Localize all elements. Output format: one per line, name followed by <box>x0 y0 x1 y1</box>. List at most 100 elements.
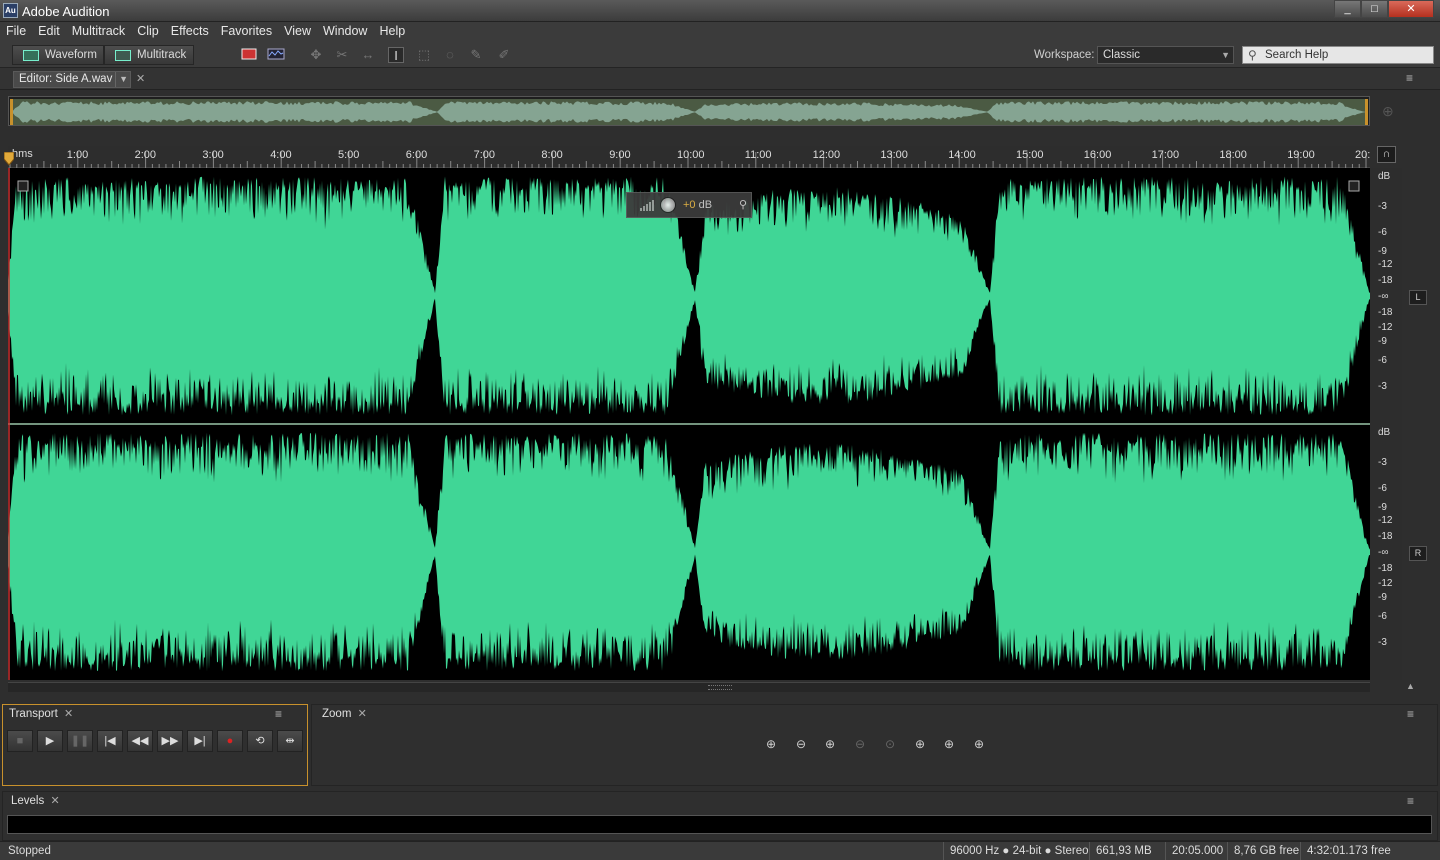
pin-icon[interactable]: ⚲ <box>739 198 747 211</box>
zoom-to-selection-icon[interactable]: ⊕ <box>968 735 990 753</box>
zoom-panel: Zoom ✕ ≡ ⊕ ⊖ ⊕ ⊖ ⊙ ⊕ ⊕ ⊕ <box>311 704 1438 786</box>
ruler-ticks: 1:00 2:00 3:00 4:00 5:00 6:00 7:00 8:00 9:00 10:0… <box>9 149 1376 168</box>
menu-view[interactable]: View <box>278 22 317 41</box>
search-help-placeholder: Search Help <box>1265 49 1329 61</box>
stop-button[interactable]: ■ <box>7 730 33 752</box>
transport-menu-icon[interactable]: ≡ <box>275 707 282 721</box>
time-selection-tool-icon[interactable]: I <box>388 47 404 63</box>
overview-waveform <box>13 101 1365 123</box>
zoom-close-icon[interactable]: ✕ <box>358 708 367 720</box>
db-tick-label: -9 <box>1378 592 1387 603</box>
search-help-field[interactable]: ⚲ Search Help <box>1242 46 1434 64</box>
horizontal-scrollbar[interactable] <box>8 682 1370 692</box>
zoom-in-time-icon[interactable]: ⊕ <box>819 735 841 753</box>
window-title: Adobe Audition <box>22 4 110 19</box>
levels-meter <box>7 815 1432 834</box>
hud-volume-control[interactable]: +0 dB ⚲ <box>626 192 752 218</box>
panel-menu-icon[interactable]: ≡ <box>1406 71 1413 85</box>
play-button[interactable]: ▶ <box>37 730 63 752</box>
workspace-value: Classic <box>1103 49 1141 61</box>
zoom-in-at-in-point-icon[interactable]: ⊕ <box>909 735 931 753</box>
levels-close-icon[interactable]: ✕ <box>50 795 59 807</box>
menu-window[interactable]: Window <box>317 22 373 41</box>
zoom-in-amplitude-icon[interactable]: ⊕ <box>760 735 782 753</box>
level-meter-icon <box>640 200 654 211</box>
db-tick-label: -6 <box>1378 483 1387 494</box>
editor-file-tab[interactable]: Editor: Side A.wav ▼ <box>13 71 131 88</box>
playhead-marker[interactable] <box>4 152 14 166</box>
skip-selection-button[interactable]: ⇹ <box>277 730 303 752</box>
menu-file[interactable]: File <box>0 22 32 41</box>
time-ruler[interactable]: 1:00 2:00 3:00 4:00 5:00 6:00 7:00 8:00 9:00 10:0… <box>8 146 1376 168</box>
waveform-mode-button[interactable]: Waveform <box>12 45 104 65</box>
pause-button[interactable]: ❚❚ <box>67 730 93 752</box>
menu-favorites[interactable]: Favorites <box>215 22 278 41</box>
record-button[interactable]: ● <box>217 730 243 752</box>
ruler-tick-label: 13:00 <box>880 149 908 161</box>
zoom-out-time-icon[interactable]: ⊖ <box>849 735 871 753</box>
fast-forward-button[interactable]: ▶▶ <box>157 730 183 752</box>
scroll-grip[interactable] <box>708 685 732 690</box>
chevron-down-icon[interactable]: ▼ <box>115 72 128 87</box>
transport-tab[interactable]: Transport ✕ <box>9 705 73 725</box>
transport-close-icon[interactable]: ✕ <box>64 708 73 720</box>
left-channel-toggle[interactable]: L <box>1409 290 1427 305</box>
rewind-button[interactable]: ◀◀ <box>127 730 153 752</box>
editor-close-icon[interactable]: ✕ <box>136 72 145 85</box>
right-channel-toggle[interactable]: R <box>1409 546 1427 561</box>
move-to-next-button[interactable]: ▶| <box>187 730 213 752</box>
waveform-display[interactable] <box>8 168 1370 680</box>
fade-in-handle[interactable] <box>17 180 29 192</box>
menu-clip[interactable]: Clip <box>131 22 165 41</box>
zoom-tab[interactable]: Zoom ✕ <box>322 705 367 725</box>
zoom-menu-icon[interactable]: ≡ <box>1407 707 1414 721</box>
ruler-tick-label: 3:00 <box>202 149 223 161</box>
db-tick-label: -18 <box>1378 531 1393 542</box>
spot-healing-tool-icon[interactable]: ✐ <box>496 47 512 63</box>
hud-gain-unit: dB <box>698 199 713 211</box>
overview-visible-range[interactable] <box>10 99 1368 125</box>
brush-tool-icon[interactable]: ✎ <box>468 47 484 63</box>
waveform-view-icon[interactable] <box>241 47 257 63</box>
db-tick-label: -3 <box>1378 201 1387 212</box>
marquee-tool-icon[interactable]: ⬚ <box>416 47 432 63</box>
minimize-button[interactable]: _ <box>1334 0 1361 18</box>
workspace-dropdown[interactable]: Classic ▼ <box>1097 46 1234 64</box>
zoom-in-at-out-point-icon[interactable]: ⊕ <box>938 735 960 753</box>
close-button[interactable]: ✕ <box>1388 0 1434 18</box>
zoom-out-full-icon[interactable]: ⊙ <box>879 735 901 753</box>
maximize-button[interactable]: □ <box>1361 0 1388 18</box>
zoom-navigator-icon[interactable]: ⊕ <box>1382 103 1394 120</box>
slip-tool-icon[interactable]: ↔ <box>360 47 376 63</box>
move-tool-icon[interactable]: ✥ <box>308 47 324 63</box>
db-tick-label: -6 <box>1378 611 1387 622</box>
headphones-icon[interactable]: ∩ <box>1377 146 1396 163</box>
menu-effects[interactable]: Effects <box>165 22 215 41</box>
levels-menu-icon[interactable]: ≡ <box>1407 794 1414 808</box>
waveform-canvas[interactable] <box>8 168 1370 680</box>
amplitude-ruler[interactable]: dB dB -3 -6 -9 -12 -18 -∞ -18 -12 -9 -6 -3 -3 -6 -9 -1… <box>1370 168 1402 680</box>
ruler-tick-label: 18:00 <box>1219 149 1247 161</box>
zoom-title: Zoom <box>322 708 352 720</box>
lasso-tool-icon[interactable]: ◌ <box>442 47 458 63</box>
status-state: Stopped <box>8 845 51 857</box>
move-to-previous-button[interactable]: |◀ <box>97 730 123 752</box>
menu-help[interactable]: Help <box>373 22 411 41</box>
spectral-view-icon[interactable] <box>267 47 285 63</box>
menu-edit[interactable]: Edit <box>32 22 66 41</box>
loop-playback-button[interactable]: ⟲ <box>247 730 273 752</box>
razor-tool-icon[interactable]: ✂ <box>334 47 350 63</box>
db-tick-label: -3 <box>1378 457 1387 468</box>
zoom-out-amplitude-icon[interactable]: ⊖ <box>790 735 812 753</box>
ruler-tick-label: 19:00 <box>1287 149 1315 161</box>
scroll-up-icon[interactable]: ▲ <box>1406 681 1415 691</box>
title-bar: Au Adobe Audition _ □ ✕ <box>0 0 1440 22</box>
ruler-tick-label: 15:00 <box>1016 149 1044 161</box>
fade-out-handle[interactable] <box>1348 180 1360 192</box>
multitrack-mode-button[interactable]: Multitrack <box>104 45 194 65</box>
volume-knob[interactable] <box>660 197 676 213</box>
status-file-size: 661,93 MB <box>1089 842 1158 860</box>
waveform-mode-label: Waveform <box>45 49 97 61</box>
menu-multitrack[interactable]: Multitrack <box>66 22 131 41</box>
levels-tab[interactable]: Levels ✕ <box>11 792 60 812</box>
